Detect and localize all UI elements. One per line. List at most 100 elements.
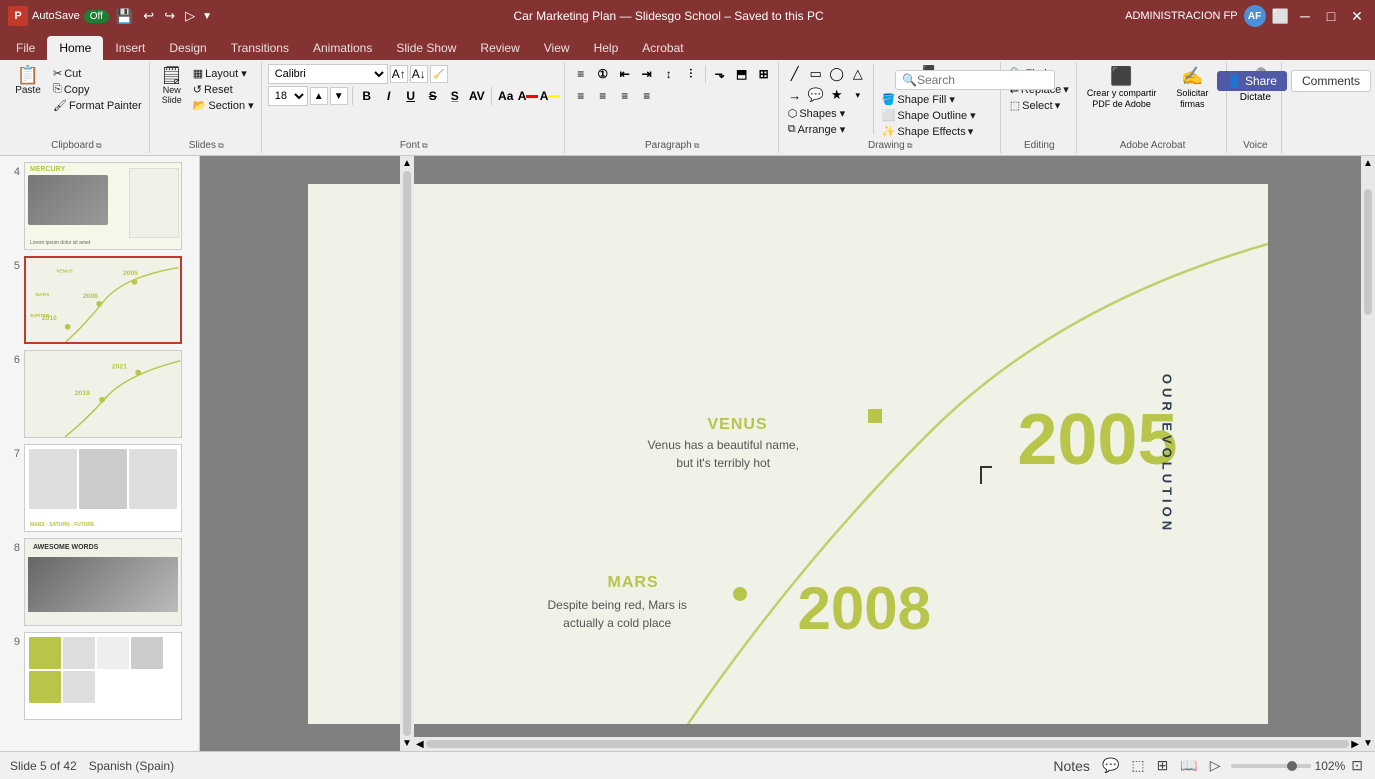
font-size-down-button[interactable]: ▼: [330, 87, 348, 105]
reset-button[interactable]: ↺ Reset: [190, 82, 257, 97]
slideshow-button[interactable]: ▷: [1208, 755, 1223, 776]
tab-view[interactable]: View: [532, 36, 582, 60]
comments-button[interactable]: Comments: [1291, 70, 1371, 92]
shape-star[interactable]: ★: [827, 85, 847, 105]
close-button[interactable]: ✕: [1347, 6, 1367, 26]
shape-outline-button[interactable]: ⬜ Shape Outline ▾: [879, 108, 979, 123]
canvas-hscroll-thumb[interactable]: [426, 740, 1350, 748]
notes-button[interactable]: Notes: [1051, 756, 1092, 776]
maximize-button[interactable]: □: [1321, 6, 1341, 26]
underline-button[interactable]: U: [401, 86, 421, 106]
align-left-button[interactable]: ≡: [571, 86, 591, 106]
slide-thumb-8[interactable]: 8 AWESOME WORDS: [4, 536, 195, 628]
shape-fill-button[interactable]: 🪣 Shape Fill ▾: [879, 92, 979, 107]
align-right-button[interactable]: ≡: [615, 86, 635, 106]
numbering-button[interactable]: ①: [593, 64, 613, 84]
zoom-thumb[interactable]: [1287, 761, 1297, 771]
tab-insert[interactable]: Insert: [103, 36, 157, 60]
font-expand[interactable]: ⧉: [422, 141, 428, 151]
clear-formatting-button[interactable]: 🧹: [430, 65, 448, 83]
tab-home[interactable]: Home: [47, 36, 103, 60]
paragraph-expand[interactable]: ⧉: [694, 141, 700, 151]
scroll-down-arrow[interactable]: ▼: [402, 738, 412, 749]
slide-thumb-7[interactable]: 7 MARS · SATURN · FUTURE: [4, 442, 195, 534]
canvas-vscrollbar[interactable]: ▲ ▼: [1361, 156, 1375, 751]
shape-line[interactable]: ╱: [785, 64, 805, 84]
share-button[interactable]: 👤 Share: [1217, 71, 1287, 91]
text-shadow-button[interactable]: S̲: [445, 86, 465, 106]
tab-file[interactable]: File: [4, 36, 47, 60]
tab-slideshow[interactable]: Slide Show: [384, 36, 468, 60]
search-area[interactable]: 🔍: [895, 70, 1055, 90]
change-case-button[interactable]: Aa: [496, 86, 516, 106]
bold-button[interactable]: B: [357, 86, 377, 106]
canvas-scroll-right[interactable]: ▶: [1351, 739, 1359, 750]
canvas-scroll-down[interactable]: ▼: [1363, 738, 1373, 749]
create-pdf-button[interactable]: ⬛ Crear y compartirPDF de Adobe: [1083, 64, 1161, 112]
clipboard-expand[interactable]: ⧉: [96, 141, 102, 151]
copy-button[interactable]: ⎘ Copy: [50, 82, 145, 97]
font-size-select[interactable]: 18: [268, 86, 308, 106]
fit-to-window-button[interactable]: ⊡: [1349, 755, 1365, 776]
decrease-indent-button[interactable]: ⇤: [615, 64, 635, 84]
paste-button[interactable]: 📋 Paste: [8, 64, 48, 98]
arrange-button[interactable]: ⧉ Arrange ▾: [785, 122, 868, 137]
strikethrough-button[interactable]: S: [423, 86, 443, 106]
undo-button[interactable]: ↩: [140, 8, 157, 24]
cut-button[interactable]: ✂ Cut: [50, 66, 145, 81]
tab-design[interactable]: Design: [157, 36, 218, 60]
increase-font-size-button[interactable]: A↑: [390, 65, 408, 83]
increase-indent-button[interactable]: ⇥: [637, 64, 657, 84]
tab-review[interactable]: Review: [468, 36, 531, 60]
format-painter-button[interactable]: 🖌 Format Painter: [50, 98, 145, 113]
slide-thumb-5[interactable]: 5 2005 2008 2010 VENUS MARS JUPITER: [4, 254, 195, 346]
normal-view-button[interactable]: ⬚: [1129, 755, 1146, 776]
drawing-expand[interactable]: ⧉: [907, 141, 913, 151]
ribbon-display-icon[interactable]: ⬜: [1272, 8, 1289, 25]
search-input[interactable]: [917, 73, 1017, 87]
present-button[interactable]: ▷: [182, 8, 198, 24]
shapes-button[interactable]: ⬡ Shapes ▾: [785, 106, 868, 121]
tab-transitions[interactable]: Transitions: [219, 36, 301, 60]
section-button[interactable]: 📂 Section ▾: [190, 98, 257, 113]
slide-panel-scrollbar[interactable]: ▲ ▼: [400, 156, 414, 751]
font-size-up-button[interactable]: ▲: [310, 87, 328, 105]
decrease-font-size-button[interactable]: A↓: [410, 65, 428, 83]
shapes-more[interactable]: ▾: [848, 85, 868, 105]
redo-button[interactable]: ↪: [161, 8, 178, 24]
reading-view-button[interactable]: 📖: [1178, 755, 1199, 776]
shape-triangle[interactable]: △: [848, 64, 868, 84]
new-slide-button[interactable]: 🗒 NewSlide: [156, 64, 188, 107]
bullets-button[interactable]: ≡: [571, 64, 591, 84]
canvas-hscrollbar[interactable]: ◀ ▶: [414, 737, 1361, 751]
scroll-thumb[interactable]: [403, 171, 411, 736]
convert-smartart-button[interactable]: ⊞: [754, 64, 774, 84]
slide-thumb-6[interactable]: 6 2021 2018: [4, 348, 195, 440]
italic-button[interactable]: I: [379, 86, 399, 106]
shape-callout[interactable]: 💬: [806, 85, 826, 105]
font-color-button[interactable]: A: [518, 86, 538, 106]
request-signatures-button[interactable]: ✍ Solicitarfirmas: [1162, 64, 1222, 112]
tab-acrobat[interactable]: Acrobat: [630, 36, 695, 60]
justify-button[interactable]: ≡: [637, 86, 657, 106]
tab-animations[interactable]: Animations: [301, 36, 384, 60]
columns-button[interactable]: ⫶: [681, 64, 701, 84]
scroll-up-arrow[interactable]: ▲: [402, 158, 412, 169]
tab-help[interactable]: Help: [582, 36, 631, 60]
comments-panel-button[interactable]: 💬: [1100, 755, 1121, 776]
minimize-button[interactable]: ─: [1295, 6, 1315, 26]
highlight-color-button[interactable]: A: [540, 86, 560, 106]
shape-arrow[interactable]: →: [785, 85, 805, 105]
slide-thumb-4[interactable]: 4 MERCURY Lorem ipsum dolor sit amet: [4, 160, 195, 252]
align-center-button[interactable]: ≡: [593, 86, 613, 106]
line-spacing-button[interactable]: ↕: [659, 64, 679, 84]
zoom-slider[interactable]: [1231, 764, 1311, 768]
char-spacing-button[interactable]: AV: [467, 86, 487, 106]
slide-thumb-9[interactable]: 9: [4, 630, 195, 722]
text-direction-button[interactable]: ⬎: [710, 64, 730, 84]
save-button[interactable]: 💾: [113, 8, 136, 25]
canvas-scroll-left[interactable]: ◀: [416, 739, 424, 750]
qat-dropdown[interactable]: ▼: [202, 11, 212, 22]
select-button[interactable]: ⬚ Select ▾: [1007, 98, 1072, 113]
font-name-select[interactable]: Calibri: [268, 64, 388, 84]
